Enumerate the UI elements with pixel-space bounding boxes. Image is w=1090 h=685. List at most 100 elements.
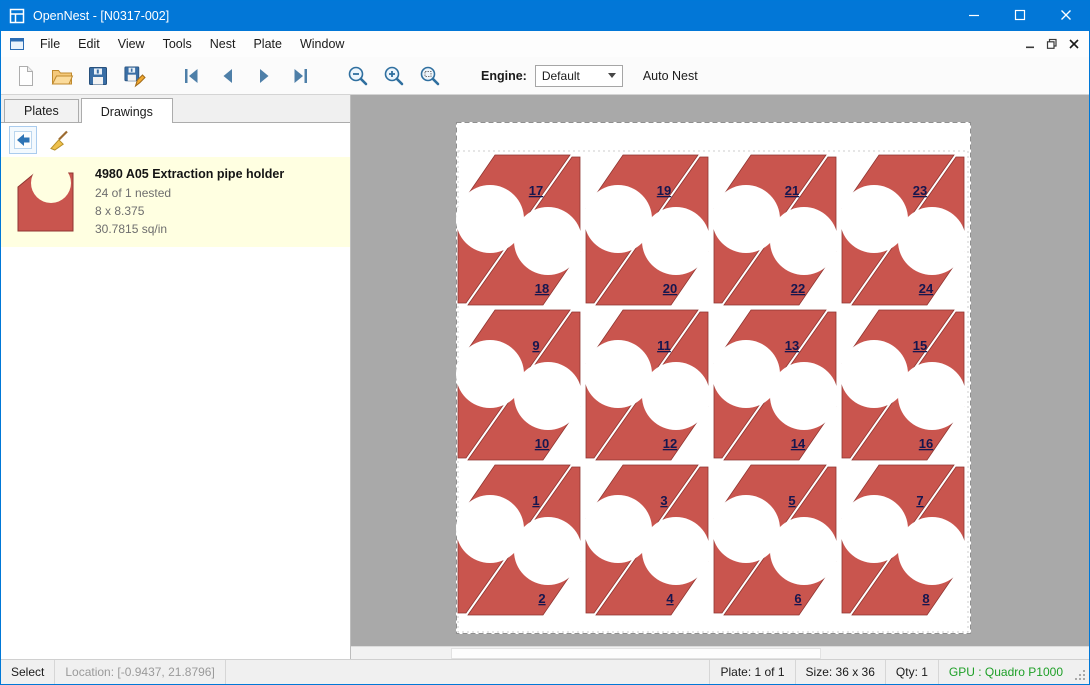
- part-number-label[interactable]: 23: [913, 183, 927, 198]
- menu-tools[interactable]: Tools: [154, 31, 201, 57]
- menu-nest[interactable]: Nest: [201, 31, 245, 57]
- drawing-nested-count: 24 of 1 nested: [95, 185, 284, 201]
- part-number-label[interactable]: 10: [535, 436, 549, 451]
- blue-left-arrow-icon: [11, 128, 35, 152]
- part-notch: [642, 517, 710, 585]
- part-notch: [712, 340, 780, 408]
- part-number-label[interactable]: 2: [538, 591, 545, 606]
- part-notch: [514, 517, 582, 585]
- previous-plate-button[interactable]: [213, 61, 243, 91]
- last-icon: [288, 64, 312, 88]
- part-number-label[interactable]: 13: [785, 338, 799, 353]
- tab-plates[interactable]: Plates: [4, 99, 79, 122]
- horizontal-scrollbar-thumb[interactable]: [451, 648, 821, 659]
- drawing-list-item[interactable]: 4980 A05 Extraction pipe holder 24 of 1 …: [1, 157, 350, 247]
- save-button[interactable]: [83, 61, 113, 91]
- tab-drawings[interactable]: Drawings: [81, 98, 173, 123]
- first-icon: [180, 64, 204, 88]
- menu-window[interactable]: Window: [291, 31, 353, 57]
- open-button[interactable]: [47, 61, 77, 91]
- plate-svg[interactable]: 171819202122232491011121314151612345678: [456, 122, 971, 634]
- mdi-minimize-button[interactable]: [1019, 34, 1041, 54]
- part-number-label[interactable]: 22: [791, 281, 805, 296]
- part-notch: [456, 495, 524, 563]
- app-icon: [9, 8, 25, 24]
- new-button[interactable]: [11, 61, 41, 91]
- part-number-label[interactable]: 24: [919, 281, 934, 296]
- engine-label: Engine:: [481, 69, 527, 83]
- title-bar: OpenNest - [N0317-002]: [1, 1, 1089, 31]
- part-number-label[interactable]: 16: [919, 436, 933, 451]
- mdi-restore-button[interactable]: [1041, 34, 1063, 54]
- part-number-label[interactable]: 4: [666, 591, 674, 606]
- menu-file[interactable]: File: [31, 31, 69, 57]
- document-icon: [9, 36, 25, 52]
- menu-view[interactable]: View: [109, 31, 154, 57]
- part-notch: [712, 495, 780, 563]
- zoom-out-button[interactable]: [343, 61, 373, 91]
- chevron-down-icon: [608, 73, 616, 78]
- status-location: Location: [-0.9437, 21.8796]: [55, 660, 225, 684]
- part-number-label[interactable]: 8: [922, 591, 929, 606]
- zoom-fit-button[interactable]: [415, 61, 445, 91]
- main-area: Plates Drawings 4980 A05 Extraction pipe…: [1, 95, 1089, 659]
- drawing-list-empty-space: [1, 247, 350, 659]
- last-plate-button[interactable]: [285, 61, 315, 91]
- part-number-label[interactable]: 12: [663, 436, 677, 451]
- app-window: OpenNest - [N0317-002] File Edit View To…: [0, 0, 1090, 685]
- engine-select[interactable]: Default: [535, 65, 623, 87]
- nest-canvas[interactable]: 171819202122232491011121314151612345678: [351, 95, 1089, 659]
- open-folder-icon: [50, 64, 74, 88]
- part-number-label[interactable]: 1: [532, 493, 539, 508]
- clean-button[interactable]: [45, 126, 73, 154]
- part-number-label[interactable]: 9: [532, 338, 539, 353]
- part-number-label[interactable]: 7: [916, 493, 923, 508]
- part-number-label[interactable]: 5: [788, 493, 795, 508]
- part-number-label[interactable]: 11: [657, 338, 671, 353]
- plate-sheet[interactable]: 171819202122232491011121314151612345678: [456, 122, 971, 634]
- next-plate-button[interactable]: [249, 61, 279, 91]
- status-gpu: GPU : Quadro P1000: [938, 660, 1073, 684]
- drawings-toolbar: [1, 123, 350, 157]
- resize-grip[interactable]: [1073, 660, 1089, 684]
- first-plate-button[interactable]: [177, 61, 207, 91]
- part-number-label[interactable]: 17: [529, 183, 543, 198]
- part-number-label[interactable]: 3: [660, 493, 667, 508]
- part-notch: [642, 207, 710, 275]
- minimize-button[interactable]: [951, 1, 997, 31]
- part-number-label[interactable]: 18: [535, 281, 549, 296]
- part-number-label[interactable]: 20: [663, 281, 677, 296]
- part-number-label[interactable]: 15: [913, 338, 927, 353]
- status-qty: Qty: 1: [885, 660, 938, 684]
- minimize-icon: [968, 9, 980, 24]
- menu-edit[interactable]: Edit: [69, 31, 109, 57]
- zoom-out-icon: [346, 64, 370, 88]
- status-bar: Select Location: [-0.9437, 21.8796] Plat…: [1, 659, 1089, 684]
- part-number-label[interactable]: 6: [794, 591, 801, 606]
- part-number-label[interactable]: 14: [791, 436, 806, 451]
- part-notch: [514, 207, 582, 275]
- part-notch: [770, 362, 838, 430]
- part-notch: [770, 517, 838, 585]
- close-button[interactable]: [1043, 1, 1089, 31]
- maximize-button[interactable]: [997, 1, 1043, 31]
- mdi-window-controls: [1019, 34, 1089, 54]
- new-file-icon: [14, 64, 38, 88]
- panel-tabstrip: Plates Drawings: [1, 95, 350, 123]
- part-notch: [898, 207, 966, 275]
- next-icon: [252, 64, 276, 88]
- zoom-fit-icon: [418, 64, 442, 88]
- auto-nest-button[interactable]: Auto Nest: [643, 69, 698, 83]
- mdi-close-button[interactable]: [1063, 34, 1085, 54]
- drawing-item-texts: 4980 A05 Extraction pipe holder 24 of 1 …: [95, 167, 284, 238]
- zoom-in-button[interactable]: [379, 61, 409, 91]
- save-edit-button[interactable]: [119, 61, 149, 91]
- part-number-label[interactable]: 21: [785, 183, 799, 198]
- send-to-nest-button[interactable]: [9, 126, 37, 154]
- menu-plate[interactable]: Plate: [244, 31, 291, 57]
- horizontal-scrollbar[interactable]: [351, 646, 1089, 659]
- broom-icon: [47, 128, 71, 152]
- window-controls: [951, 1, 1089, 31]
- part-number-label[interactable]: 19: [657, 183, 671, 198]
- maximize-icon: [1014, 9, 1026, 24]
